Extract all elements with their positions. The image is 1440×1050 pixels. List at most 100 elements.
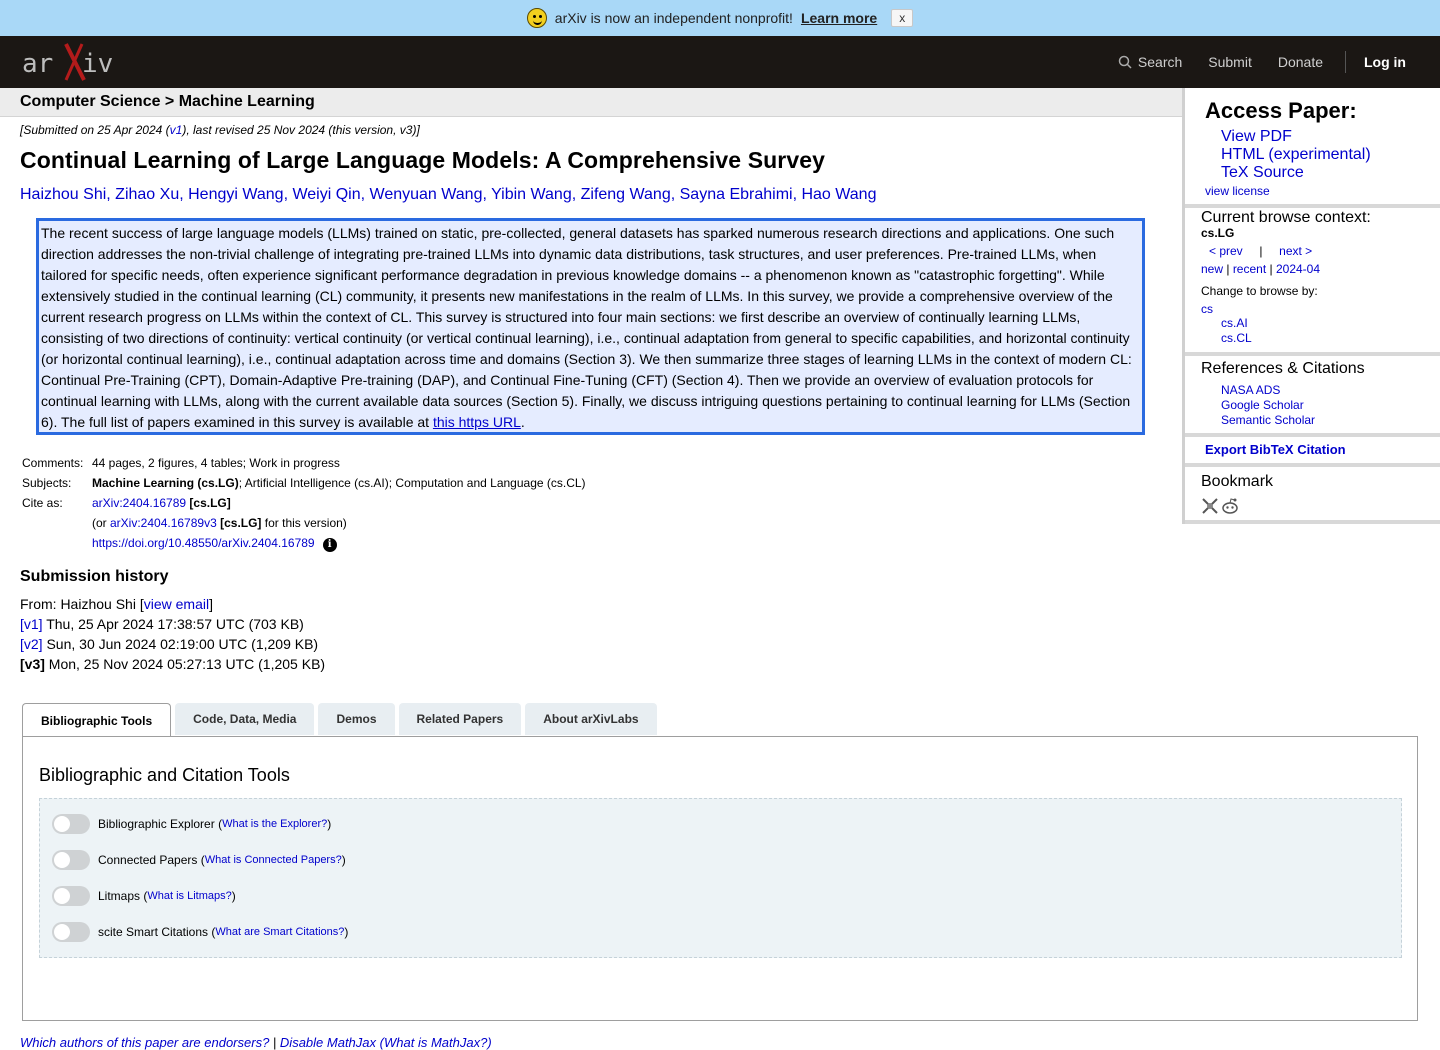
history-version-row: [v2] Sun, 30 Jun 2024 02:19:00 UTC (1,20… — [20, 634, 325, 654]
toggle-row-explorer: Bibliographic Explorer (What is the Expl… — [52, 814, 331, 834]
paper-main: [Submitted on 25 Apr 2024 (v1), last rev… — [20, 118, 1170, 672]
author-link[interactable]: Hengyi Wang — [188, 186, 283, 203]
submit-link[interactable]: Submit — [1208, 54, 1252, 70]
author-separator: , — [106, 186, 116, 203]
arxiv-logo[interactable]: ar iv — [22, 42, 114, 82]
smiley-icon — [526, 8, 547, 28]
listing-links: new | recent | 2024-04 — [1201, 262, 1321, 276]
prev-link[interactable]: < prev — [1209, 244, 1243, 258]
author-link[interactable]: Wenyuan Wang — [370, 186, 483, 203]
tab-code-data-media[interactable]: Code, Data, Media — [175, 703, 315, 735]
browse-cs-link[interactable]: cs — [1201, 302, 1213, 316]
cite-cat: [cs.LG] — [189, 496, 231, 510]
author-link[interactable]: Weiyi Qin — [292, 186, 360, 203]
search-button[interactable]: Search — [1118, 54, 1182, 70]
refs-heading: References & Citations — [1201, 360, 1365, 377]
view-email-link[interactable]: view email — [144, 596, 209, 612]
author-link[interactable]: Yibin Wang — [491, 186, 572, 203]
author-separator: , — [179, 186, 189, 203]
recent-link[interactable]: recent — [1233, 262, 1266, 276]
browse-cs-ai-link[interactable]: cs.AI — [1221, 316, 1248, 330]
version-v2-link[interactable]: [v2] — [20, 636, 43, 652]
announcement-banner: arXiv is now an independent nonprofit! L… — [0, 0, 1440, 36]
semantic-scholar-link[interactable]: Semantic Scholar — [1221, 413, 1315, 427]
toggle-row-scite: scite Smart Citations (What are Smart Ci… — [52, 922, 348, 942]
footer-sep: | — [269, 1035, 280, 1050]
prev-next-nav: < prev | next > — [1201, 244, 1440, 258]
endorsers-link[interactable]: Which authors of this paper are endorser… — [20, 1035, 269, 1050]
tab-panel: Bibliographic and Citation Tools Bibliog… — [22, 736, 1418, 1021]
access-paper-section: Access Paper: View PDF HTML (experimenta… — [1185, 88, 1440, 208]
info-icon[interactable]: i — [322, 538, 337, 552]
html-link[interactable]: HTML (experimental) — [1221, 146, 1371, 163]
abstract-text: The recent success of large language mod… — [41, 225, 1132, 430]
version-v1-link[interactable]: [v1] — [20, 616, 43, 632]
search-icon — [1118, 55, 1132, 69]
nav-divider — [1345, 51, 1346, 73]
what-is-mathjax-link[interactable]: What is MathJax? — [384, 1035, 487, 1050]
tab-about-arxivlabs[interactable]: About arXivLabs — [525, 703, 657, 735]
cite-label: Cite as: — [22, 496, 63, 510]
explorer-help-link[interactable]: What is the Explorer? — [222, 818, 327, 830]
donate-link[interactable]: Donate — [1278, 54, 1323, 70]
author-link[interactable]: Hao Wang — [801, 186, 876, 203]
scite-help-link[interactable]: What are Smart Citations? — [215, 926, 344, 938]
prev-next-sep: | — [1259, 244, 1263, 258]
abstract-url-link[interactable]: this https URL — [433, 414, 521, 430]
version-v2-text: Sun, 30 Jun 2024 02:19:00 UTC (1,209 KB) — [42, 636, 319, 652]
dateline-prefix: [Submitted on 25 Apr 2024 ( — [20, 123, 170, 137]
bibsonomy-icon[interactable] — [1201, 497, 1219, 515]
change-browse-label: Change to browse by: — [1201, 284, 1318, 298]
connected-papers-toggle[interactable] — [52, 850, 90, 870]
page-footer: Which authors of this paper are endorser… — [20, 1035, 492, 1050]
new-link[interactable]: new — [1201, 262, 1223, 276]
author-link[interactable]: Haizhou Shi — [20, 186, 106, 203]
cite-version-suffix: for this version) — [261, 516, 347, 530]
author-link[interactable]: Zihao Xu — [115, 186, 179, 203]
history-heading: Submission history — [20, 568, 169, 585]
learn-more-link[interactable]: Learn more — [801, 10, 877, 26]
breadcrumb[interactable]: Computer Science > Machine Learning — [0, 88, 1182, 117]
tab-bibliographic-tools[interactable]: Bibliographic Tools — [22, 703, 172, 737]
explorer-toggle[interactable] — [52, 814, 90, 834]
tab-bar: Bibliographic Tools Code, Data, Media De… — [22, 703, 1418, 737]
litmaps-help-link[interactable]: What is Litmaps? — [147, 890, 231, 902]
author-separator: , — [482, 186, 492, 203]
abstract-end: . — [520, 414, 525, 430]
tab-related-papers[interactable]: Related Papers — [398, 703, 522, 735]
view-license-link[interactable]: view license — [1205, 184, 1270, 198]
svg-text:iv: iv — [82, 49, 113, 79]
litmaps-toggle[interactable] — [52, 886, 90, 906]
browse-cs-cl-link[interactable]: cs.CL — [1221, 331, 1252, 345]
dateline-v1-link[interactable]: v1 — [170, 123, 183, 137]
banner-close-button[interactable]: x — [891, 9, 914, 27]
nasa-ads-link[interactable]: NASA ADS — [1221, 383, 1280, 397]
toggle-row-litmaps: Litmaps (What is Litmaps?) — [52, 886, 236, 906]
toggle-list: Bibliographic Explorer (What is the Expl… — [39, 798, 1402, 958]
doi-link[interactable]: https://doi.org/10.48550/arXiv.2404.1678… — [92, 536, 315, 550]
export-bibtex-link[interactable]: Export BibTeX Citation — [1205, 442, 1346, 457]
history-version-row: [v3] Mon, 25 Nov 2024 05:27:13 UTC (1,20… — [20, 654, 325, 674]
svg-text:ar: ar — [22, 49, 53, 79]
tab-demos[interactable]: Demos — [318, 703, 395, 735]
next-link[interactable]: next > — [1279, 244, 1312, 258]
version-v1-text: Thu, 25 Apr 2024 17:38:57 UTC (703 KB) — [42, 616, 304, 632]
cite-version-link[interactable]: arXiv:2404.16789v3 — [110, 516, 217, 530]
cite-id-link[interactable]: arXiv:2404.16789 — [92, 496, 186, 510]
connected-papers-help-link[interactable]: What is Connected Papers? — [205, 854, 342, 866]
login-link[interactable]: Log in — [1364, 54, 1406, 70]
view-pdf-link[interactable]: View PDF — [1221, 128, 1292, 145]
scite-toggle[interactable] — [52, 922, 90, 942]
google-scholar-link[interactable]: Google Scholar — [1221, 398, 1304, 412]
toggle-label: scite Smart Citations — [98, 925, 209, 939]
disable-mathjax-link[interactable]: Disable MathJax — [280, 1035, 376, 1050]
reddit-icon[interactable] — [1221, 497, 1239, 515]
month-link[interactable]: 2024-04 — [1276, 262, 1320, 276]
tex-source-link[interactable]: TeX Source — [1221, 164, 1304, 181]
context-heading: Current browse context: — [1201, 209, 1371, 226]
history-version-row: [v1] Thu, 25 Apr 2024 17:38:57 UTC (703 … — [20, 614, 325, 634]
sidebar: Access Paper: View PDF HTML (experimenta… — [1182, 88, 1440, 524]
toggle-label: Litmaps — [98, 889, 141, 903]
author-link[interactable]: Zifeng Wang — [581, 186, 671, 203]
author-link[interactable]: Sayna Ebrahimi — [680, 186, 793, 203]
